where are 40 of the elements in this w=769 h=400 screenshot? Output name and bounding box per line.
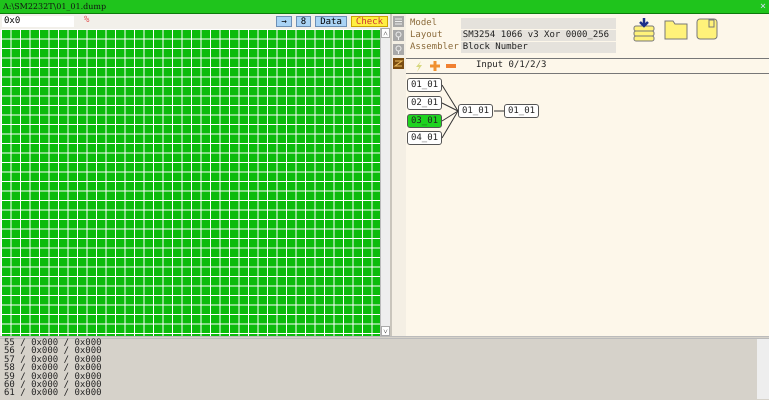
toolbar-button[interactable]: 8 — [296, 16, 312, 26]
property-label: Layout — [410, 30, 444, 41]
input-node[interactable]: 01_01 — [407, 78, 442, 92]
property-value: SM3254 1066 v3 Xor 0000_256 — [460, 30, 616, 41]
stack-icon[interactable] — [632, 18, 656, 42]
scroll-up-button[interactable]: ˄ — [381, 28, 390, 38]
percent-icon[interactable]: % — [84, 14, 90, 28]
merge-node[interactable]: 01_01 — [458, 104, 493, 118]
window-title: A:\SM2232T\01_01.dump — [3, 0, 106, 12]
property-label: Model — [410, 18, 438, 29]
scrollbar[interactable]: ˄ ˅ — [380, 28, 390, 336]
property-value: Block Number — [460, 42, 616, 53]
zigzag-icon[interactable] — [393, 58, 404, 69]
input-node[interactable]: 03_01 — [407, 114, 442, 128]
bulb-icon[interactable] — [393, 44, 404, 55]
input-label: Input 0/1/2/3 — [476, 59, 546, 72]
input-node[interactable]: 04_01 — [407, 131, 442, 145]
log-line: 58 / 0x000 / 0x000 — [4, 364, 103, 373]
log-line: 56 / 0x000 / 0x000 — [4, 347, 103, 356]
log-line: 60 / 0x000 / 0x000 — [4, 381, 103, 390]
list-icon[interactable] — [393, 16, 404, 27]
folder-icon[interactable] — [664, 18, 688, 40]
input-node[interactable]: 02_01 — [407, 96, 442, 110]
scrollbar[interactable] — [757, 339, 769, 399]
toolbar-button[interactable]: → — [276, 16, 292, 26]
property-label: Assembler — [410, 42, 459, 53]
value-field[interactable] — [460, 18, 616, 29]
log-line: 57 / 0x000 / 0x000 — [4, 356, 103, 364]
toolbar-button[interactable]: Data — [315, 16, 347, 26]
lightning-icon[interactable] — [414, 60, 424, 72]
log-line: 55 / 0x000 / 0x000 — [4, 339, 103, 348]
plus-icon[interactable] — [430, 61, 440, 71]
toolbar-button[interactable]: Check — [350, 16, 388, 26]
bulb-icon[interactable] — [393, 30, 404, 41]
connector-line — [494, 110, 504, 112]
scroll-down-button[interactable]: ˅ — [381, 326, 390, 336]
address-field[interactable]: 0x0 — [2, 16, 74, 26]
log-line: 61 / 0x000 / 0x000 — [4, 389, 103, 398]
output-node[interactable]: 01_01 — [504, 104, 539, 118]
log-line: 59 / 0x000 / 0x000 — [4, 372, 103, 382]
